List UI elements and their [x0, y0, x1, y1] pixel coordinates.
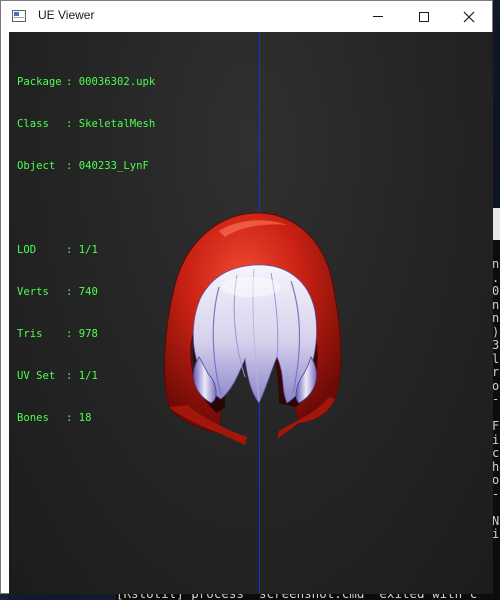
- console-text-column: n . 0 n n ) 3 l r o - F i c h o - N i: [492, 257, 500, 541]
- skeletal-mesh-hood-hair-model[interactable]: [159, 207, 349, 447]
- minimize-button[interactable]: [355, 1, 401, 32]
- close-button[interactable]: [446, 1, 492, 32]
- info-object: Object: 040233_LynF: [17, 160, 149, 172]
- info-package: Package: 00036302.upk: [17, 76, 156, 88]
- maximize-icon: [419, 11, 429, 22]
- info-bones: Bones: 18: [17, 412, 92, 424]
- mesh-info-overlay: Package: 00036302.upk Class: SkeletalMes…: [17, 47, 155, 453]
- app-window-icon: [12, 10, 26, 22]
- maximize-button[interactable]: [401, 1, 447, 32]
- info-uvset: UV Set: 1/1: [17, 370, 98, 382]
- close-icon: [463, 11, 475, 22]
- info-tris: Tris: 978: [17, 328, 98, 340]
- console-scrollbar[interactable]: [492, 208, 500, 240]
- info-verts: Verts: 740: [17, 286, 98, 298]
- window-title: UE Viewer: [38, 8, 95, 22]
- ue-viewer-window: UE Viewer Package: 00036302.upk Class: S…: [0, 0, 493, 594]
- 3d-viewport[interactable]: Package: 00036302.upk Class: SkeletalMes…: [9, 32, 493, 594]
- minimize-icon: [373, 16, 383, 17]
- info-class: Class: SkeletalMesh: [17, 118, 156, 130]
- title-bar[interactable]: UE Viewer: [1, 1, 492, 32]
- info-lod: LOD: 1/1: [17, 244, 98, 256]
